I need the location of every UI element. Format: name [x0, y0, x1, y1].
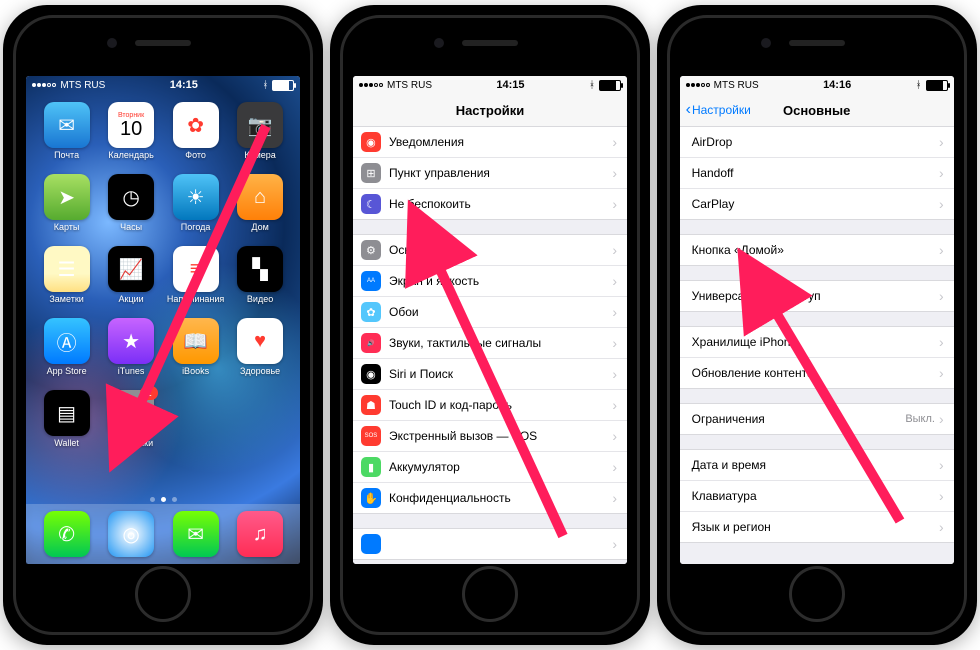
dock-app[interactable]: ✆ [41, 511, 93, 557]
general-row[interactable]: AirDrop› [680, 127, 954, 158]
status-bar: MTS RUS 14:15 ᚼ [26, 76, 300, 94]
dock: ✆ ◎ ✉ ♫ [26, 504, 300, 564]
dock-app[interactable]: ✉ [170, 511, 222, 557]
general-list[interactable]: AirDrop›Handoff›CarPlay› Кнопка «Домой»› У… [680, 126, 954, 564]
app-Акции[interactable]: 📈Акции [100, 246, 162, 314]
speaker [135, 40, 191, 46]
front-camera [761, 38, 771, 48]
app-Фото[interactable]: ✿Фото [165, 102, 227, 170]
app-Wallet[interactable]: ▤Wallet [36, 390, 98, 458]
settings-row[interactable]: › [353, 529, 627, 559]
settings-row[interactable]: ⚙Основные› [353, 235, 627, 266]
app-Календарь[interactable]: Вторник10Календарь [100, 102, 162, 170]
settings-row[interactable]: ▮Аккумулятор› [353, 452, 627, 483]
settings-row[interactable]: AAЭкран и яркость› [353, 266, 627, 297]
settings-row[interactable]: 🔊Звуки, тактильные сигналы› [353, 328, 627, 359]
app-Заметки[interactable]: ☰Заметки [36, 246, 98, 314]
settings-row[interactable]: SOSЭкстренный вызов — SOS› [353, 421, 627, 452]
nav-bar: Настройки [353, 94, 627, 127]
general-row[interactable]: Кнопка «Домой»› [680, 235, 954, 265]
stage: MTS RUS 14:15 ᚼ ✉ПочтаВторник10Календарь… [0, 0, 980, 650]
general-row[interactable]: ОграниченияВыкл.› [680, 404, 954, 434]
carrier-label: MTS RUS [60, 80, 105, 91]
dock-app[interactable]: ◎ [105, 511, 157, 557]
back-button[interactable]: ‹Настройки [686, 101, 751, 119]
settings-row[interactable]: ✋Конфиденциальность› [353, 483, 627, 513]
nav-title: Основные [783, 103, 850, 118]
home-button[interactable] [789, 566, 845, 622]
app-Здоровье[interactable]: ♥Здоровье [229, 318, 291, 386]
bluetooth-icon: ᚼ [589, 80, 595, 91]
battery-icon [926, 80, 948, 91]
settings-row[interactable]: ☗Touch ID и код-пароль› [353, 390, 627, 421]
status-bar: MTS RUS 14:15 ᚼ [353, 76, 627, 94]
signal-icon [359, 83, 383, 87]
app-Камера[interactable]: 📷Камера [229, 102, 291, 170]
phone-general: MTS RUS 14:16 ᚼ ‹Настройки Основные AirD… [657, 5, 977, 645]
bluetooth-icon: ᚼ [916, 80, 922, 91]
general-row[interactable]: Клавиатура› [680, 481, 954, 512]
dock-app[interactable]: ♫ [234, 511, 286, 557]
signal-icon [32, 83, 56, 87]
phone-settings: MTS RUS 14:15 ᚼ Настройки ◉Уведомления›⊞… [330, 5, 650, 645]
clock: 14:16 [823, 79, 851, 91]
speaker [462, 40, 518, 46]
home-button[interactable] [462, 566, 518, 622]
app-Дом[interactable]: ⌂Дом [229, 174, 291, 242]
settings-row[interactable]: ☾Не беспокоить› [353, 189, 627, 219]
nav-title: Настройки [456, 103, 525, 118]
settings-screen[interactable]: MTS RUS 14:15 ᚼ Настройки ◉Уведомления›⊞… [353, 76, 627, 564]
clock: 14:15 [170, 79, 198, 91]
front-camera [434, 38, 444, 48]
general-row[interactable]: CarPlay› [680, 189, 954, 219]
app-Напоминания[interactable]: ≡Напоминания [165, 246, 227, 314]
settings-row[interactable]: ✿Обои› [353, 297, 627, 328]
home-button[interactable] [135, 566, 191, 622]
settings-list[interactable]: ◉Уведомления›⊞Пункт управления›☾Не беспо… [353, 126, 627, 564]
app-App Store[interactable]: ⒶApp Store [36, 318, 98, 386]
front-camera [107, 38, 117, 48]
general-row[interactable]: Универсальный доступ› [680, 281, 954, 311]
general-row[interactable]: Handoff› [680, 158, 954, 189]
general-row[interactable]: Язык и регион› [680, 512, 954, 542]
carrier-label: MTS RUS [387, 80, 432, 91]
general-row[interactable]: Дата и время› [680, 450, 954, 481]
app-Видео[interactable]: ▚Видео [229, 246, 291, 314]
settings-row[interactable]: ◉Уведомления› [353, 127, 627, 158]
app-iBooks[interactable]: 📖iBooks [165, 318, 227, 386]
nav-bar: ‹Настройки Основные [680, 94, 954, 127]
app-Настройки[interactable]: ⚙1Настройки [100, 390, 162, 458]
general-row[interactable]: Хранилище iPhone› [680, 327, 954, 358]
status-bar: MTS RUS 14:16 ᚼ [680, 76, 954, 94]
app-Почта[interactable]: ✉Почта [36, 102, 98, 170]
app-iTunes[interactable]: ★iTunes [100, 318, 162, 386]
settings-row[interactable]: ◉Siri и Поиск› [353, 359, 627, 390]
home-screen[interactable]: MTS RUS 14:15 ᚼ ✉ПочтаВторник10Календарь… [26, 76, 300, 564]
app-Часы[interactable]: ◷Часы [100, 174, 162, 242]
battery-icon [599, 80, 621, 91]
bluetooth-icon: ᚼ [262, 80, 268, 91]
page-dots [26, 497, 300, 502]
app-Карты[interactable]: ➤Карты [36, 174, 98, 242]
general-row[interactable]: Обновление контента› [680, 358, 954, 388]
phone-home: MTS RUS 14:15 ᚼ ✉ПочтаВторник10Календарь… [3, 5, 323, 645]
clock: 14:15 [496, 79, 524, 91]
carrier-label: MTS RUS [714, 80, 759, 91]
signal-icon [686, 83, 710, 87]
speaker [789, 40, 845, 46]
settings-row[interactable]: ⊞Пункт управления› [353, 158, 627, 189]
app-Погода[interactable]: ☀Погода [165, 174, 227, 242]
battery-icon [272, 80, 294, 91]
general-screen[interactable]: MTS RUS 14:16 ᚼ ‹Настройки Основные AirD… [680, 76, 954, 564]
app-grid: ✉ПочтаВторник10Календарь✿Фото📷Камера ➤Кар… [26, 102, 300, 500]
